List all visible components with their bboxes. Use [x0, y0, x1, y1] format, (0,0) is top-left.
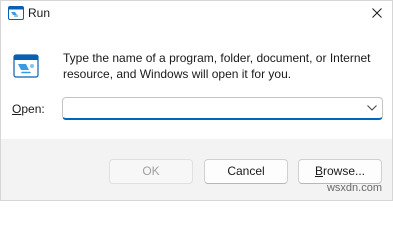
cancel-button[interactable]: Cancel [204, 159, 288, 184]
close-button[interactable] [362, 1, 392, 25]
browse-button[interactable]: Browse... [298, 159, 382, 184]
chevron-down-icon [367, 105, 377, 111]
open-input[interactable] [63, 98, 362, 118]
browse-label-text: rowse... [323, 164, 366, 178]
dialog-description: Type the name of a program, folder, docu… [63, 51, 371, 81]
ok-button[interactable]: OK [109, 159, 193, 184]
open-label: Open: [12, 101, 45, 117]
run-dialog: Run Type the name of a program, folder, … [0, 0, 393, 201]
open-combobox[interactable] [62, 97, 383, 120]
button-bar: OK Cancel Browse... wsxdn.com [1, 139, 392, 200]
open-label-text: pen: [21, 102, 45, 116]
dialog-content: Type the name of a program, folder, docu… [1, 25, 392, 139]
browse-accelerator: B [314, 164, 323, 178]
run-app-icon [8, 6, 24, 20]
open-label-accelerator: O [12, 102, 22, 116]
watermark-text: wsxdn.com [326, 182, 382, 194]
window-title: Run [28, 6, 51, 20]
run-app-icon [13, 54, 39, 78]
title-bar[interactable]: Run [1, 1, 392, 25]
close-icon [372, 8, 382, 18]
dropdown-button[interactable] [362, 98, 382, 118]
